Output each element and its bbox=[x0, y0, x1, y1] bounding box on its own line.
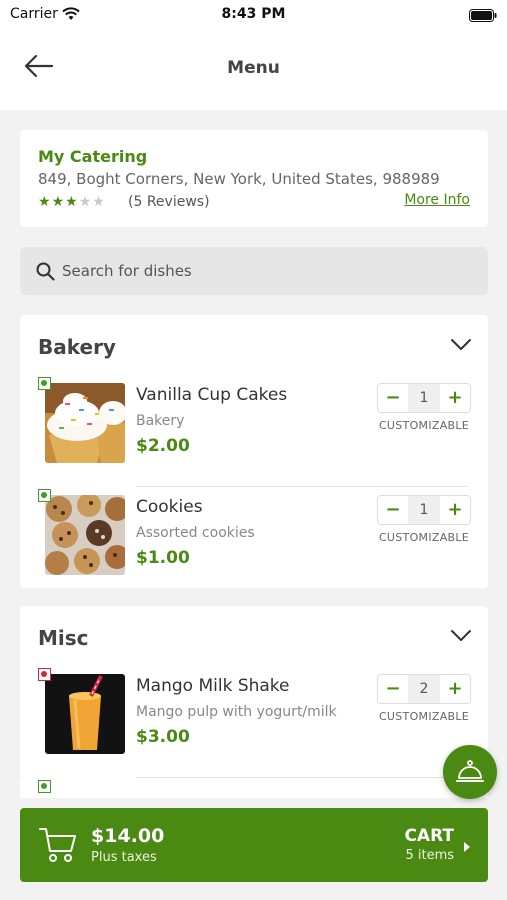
cart-label: CART bbox=[404, 826, 454, 846]
battery-icon bbox=[469, 7, 497, 26]
more-info-link[interactable]: More Info bbox=[404, 192, 470, 208]
veg-icon bbox=[38, 377, 51, 390]
star-icon: ★ bbox=[65, 194, 79, 210]
decrement-button[interactable]: − bbox=[378, 384, 408, 412]
review-count: (5 Reviews) bbox=[128, 194, 210, 210]
quantity-stepper: − 1 + bbox=[377, 383, 471, 413]
caret-right-icon bbox=[463, 838, 471, 857]
quantity-value: 1 bbox=[408, 384, 440, 412]
star-icon: ★ bbox=[51, 194, 66, 210]
cart-total: $14.00 bbox=[91, 825, 165, 847]
customizable-label: CUSTOMIZABLE bbox=[378, 710, 470, 723]
star-icon: ★ bbox=[78, 194, 93, 210]
menu-section-misc: Misc Mango Milk Shake Mango pulp with yo… bbox=[20, 606, 488, 778]
section-title: Bakery bbox=[38, 335, 116, 359]
chevron-down-icon[interactable] bbox=[450, 628, 472, 647]
dish-name: Vanilla Cup Cakes bbox=[136, 385, 288, 405]
cart-item-count: 5 items bbox=[405, 848, 454, 863]
menu-section-bakery: Bakery Vanilla Cup Cakes Bakery $2.00 − … bbox=[20, 315, 488, 588]
star-icon: ★ bbox=[92, 194, 106, 210]
quantity-stepper: − 2 + bbox=[377, 674, 471, 704]
nav-bar: Menu bbox=[0, 30, 507, 110]
dish-image-cupcakes bbox=[45, 383, 125, 463]
increment-button[interactable]: + bbox=[440, 496, 470, 524]
veg-icon bbox=[38, 780, 51, 793]
dish-price: $1.00 bbox=[136, 548, 190, 568]
decrement-button[interactable]: − bbox=[378, 496, 408, 524]
dish-item: Vanilla Cup Cakes Bakery $2.00 − 1 + CUS… bbox=[20, 375, 488, 487]
status-time: 8:43 PM bbox=[221, 6, 286, 22]
restaurant-name: My Catering bbox=[38, 147, 148, 166]
dish-description: Mango pulp with yogurt/milk bbox=[136, 704, 337, 720]
cloche-button[interactable] bbox=[443, 745, 497, 799]
search-placeholder: Search for dishes bbox=[62, 262, 192, 280]
search-input[interactable]: Search for dishes bbox=[20, 247, 488, 295]
dish-price: $3.00 bbox=[136, 727, 190, 747]
cart-button[interactable]: $14.00 Plus taxes CART 5 items bbox=[20, 808, 488, 882]
veg-icon bbox=[38, 489, 51, 502]
decrement-button[interactable]: − bbox=[378, 675, 408, 703]
dish-price: $2.00 bbox=[136, 436, 190, 456]
status-bar: Carrier 8:43 PM bbox=[0, 0, 507, 30]
restaurant-card: My Catering 849, Boght Corners, New York… bbox=[20, 130, 488, 227]
restaurant-address: 849, Boght Corners, New York, United Sta… bbox=[38, 170, 440, 188]
dish-image-cookies bbox=[45, 495, 125, 575]
cart-taxes-note: Plus taxes bbox=[91, 850, 157, 865]
search-icon bbox=[36, 262, 55, 285]
quantity-value: 1 bbox=[408, 496, 440, 524]
dish-name: Mango Milk Shake bbox=[136, 676, 290, 696]
section-title: Misc bbox=[38, 626, 89, 650]
increment-button[interactable]: + bbox=[440, 675, 470, 703]
cart-icon bbox=[38, 825, 78, 869]
dish-image-milkshake bbox=[45, 674, 125, 754]
customizable-label: CUSTOMIZABLE bbox=[378, 419, 470, 432]
increment-button[interactable]: + bbox=[440, 384, 470, 412]
non-veg-icon bbox=[38, 668, 51, 681]
cloche-icon bbox=[456, 760, 484, 782]
quantity-stepper: − 1 + bbox=[377, 495, 471, 525]
list-item-partial bbox=[20, 778, 488, 798]
quantity-value: 2 bbox=[408, 675, 440, 703]
page-title: Menu bbox=[227, 58, 280, 78]
dish-description: Bakery bbox=[136, 413, 185, 429]
star-rating: ★★★★★ bbox=[38, 194, 106, 210]
chevron-down-icon[interactable] bbox=[450, 337, 472, 356]
dish-name: Cookies bbox=[136, 497, 203, 517]
dish-item: Mango Milk Shake Mango pulp with yogurt/… bbox=[20, 666, 488, 778]
star-icon: ★ bbox=[38, 194, 52, 210]
dish-item: Cookies Assorted cookies $1.00 − 1 + CUS… bbox=[20, 487, 488, 599]
customizable-label: CUSTOMIZABLE bbox=[378, 531, 470, 544]
dish-description: Assorted cookies bbox=[136, 525, 255, 541]
